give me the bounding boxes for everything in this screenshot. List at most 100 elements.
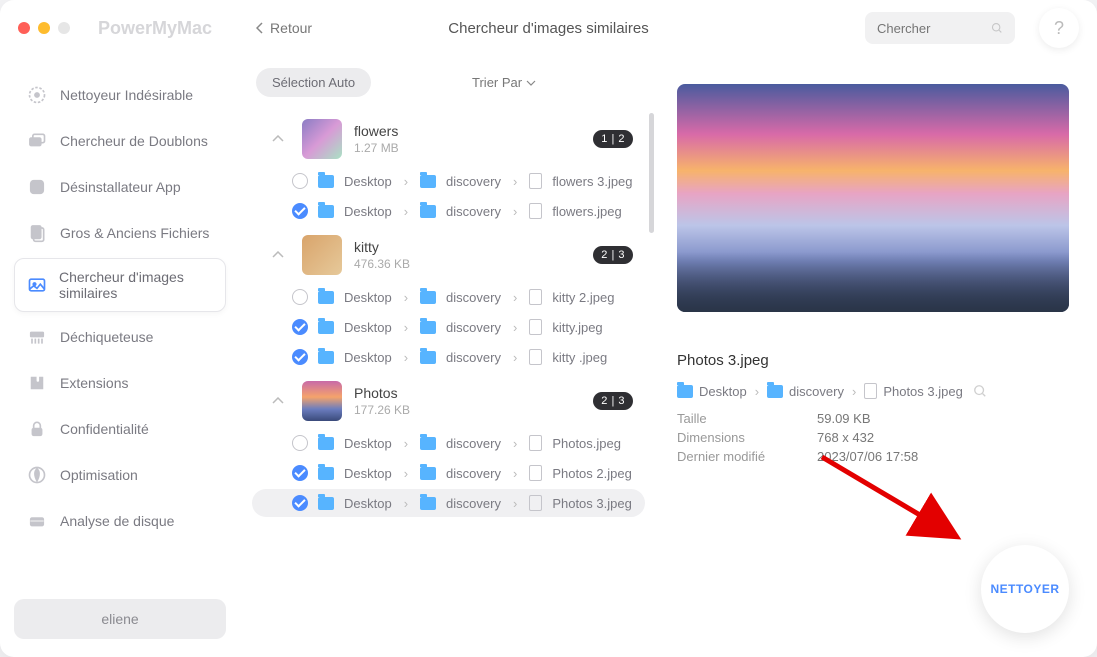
- rocket-icon: [26, 464, 48, 486]
- chevron-up-icon[interactable]: [266, 127, 290, 151]
- chevron-right-icon: ›: [513, 174, 517, 189]
- sidebar-item-shredder[interactable]: Déchiqueteuse: [14, 316, 226, 358]
- group-header[interactable]: kitty 476.36 KB 2 | 3: [252, 227, 653, 283]
- window-controls: [18, 22, 70, 34]
- sidebar-item-large-old[interactable]: Gros & Anciens Fichiers: [14, 212, 226, 254]
- chevron-right-icon: ›: [404, 320, 408, 335]
- folder-icon: [318, 467, 334, 480]
- chevron-up-icon[interactable]: [266, 243, 290, 267]
- back-button[interactable]: Retour: [256, 20, 312, 36]
- file-row[interactable]: Desktop › discovery › Photos.jpeg: [252, 429, 645, 457]
- folder-icon: [420, 497, 436, 510]
- file-row[interactable]: Desktop › discovery › kitty 2.jpeg: [252, 283, 645, 311]
- sidebar-item-similar-images[interactable]: Chercheur d'images similaires: [14, 258, 226, 312]
- sidebar-item-label: Chercheur de Doublons: [60, 133, 208, 149]
- sidebar-item-disk[interactable]: Analyse de disque: [14, 500, 226, 542]
- group-header[interactable]: flowers 1.27 MB 1 | 2: [252, 111, 653, 167]
- titlebar: PowerMyMac Retour Chercheur d'images sim…: [0, 0, 1097, 56]
- file-row[interactable]: Desktop › discovery › Photos 3.jpeg: [252, 489, 645, 517]
- group-meta: Photos 177.26 KB: [354, 385, 581, 417]
- checkbox[interactable]: [292, 319, 308, 335]
- sidebar-item-uninstaller[interactable]: Désinstallateur App: [14, 166, 226, 208]
- annotation-arrow: [817, 452, 977, 557]
- group-badge: 1 | 2: [593, 130, 633, 148]
- chevron-right-icon: ›: [513, 350, 517, 365]
- disk-icon: [26, 510, 48, 532]
- path-segment: Desktop: [344, 204, 392, 219]
- chevron-right-icon: ›: [513, 436, 517, 451]
- sidebar-item-label: Gros & Anciens Fichiers: [60, 225, 209, 241]
- path-segment: Desktop: [344, 466, 392, 481]
- preview-image: [677, 84, 1069, 312]
- chevron-up-icon[interactable]: [266, 389, 290, 413]
- close-icon[interactable]: [18, 22, 30, 34]
- sort-button[interactable]: Trier Par: [472, 75, 536, 90]
- file-row[interactable]: Desktop › discovery › kitty.jpeg: [252, 313, 645, 341]
- file-name: Photos.jpeg: [552, 436, 621, 451]
- file-row[interactable]: Desktop › discovery › flowers 3.jpeg: [252, 167, 645, 195]
- checkbox[interactable]: [292, 349, 308, 365]
- meta-row: Taille59.09 KB: [677, 409, 1069, 428]
- file-row[interactable]: Desktop › discovery › flowers.jpeg: [252, 197, 645, 225]
- path-segment: discovery: [446, 436, 501, 451]
- checkbox[interactable]: [292, 203, 308, 219]
- folder-icon: [318, 437, 334, 450]
- group-header[interactable]: Photos 177.26 KB 2 | 3: [252, 373, 653, 429]
- preview-filename: Photos 3.jpeg: [677, 352, 1069, 369]
- folder-icon: [420, 175, 436, 188]
- folder-icon: [767, 385, 783, 398]
- file-icon: [529, 349, 542, 365]
- lock-icon: [26, 418, 48, 440]
- group-size: 1.27 MB: [354, 141, 581, 155]
- sidebar-item-extensions[interactable]: Extensions: [14, 362, 226, 404]
- file-icon: [529, 289, 542, 305]
- user-badge[interactable]: eliene: [14, 599, 226, 639]
- preview-panel: Photos 3.jpeg Desktop › discovery › Phot…: [657, 56, 1097, 657]
- minimize-icon[interactable]: [38, 22, 50, 34]
- folder-icon: [318, 175, 334, 188]
- search-box[interactable]: [865, 12, 1015, 44]
- puzzle-icon: [26, 372, 48, 394]
- chevron-right-icon: ›: [852, 384, 856, 399]
- file-name: Photos 2.jpeg: [552, 466, 632, 481]
- file-icon: [529, 495, 542, 511]
- group-badge: 2 | 3: [593, 392, 633, 410]
- sidebar-item-label: Extensions: [60, 375, 128, 391]
- file-name: flowers 3.jpeg: [552, 174, 632, 189]
- chevron-right-icon: ›: [404, 290, 408, 305]
- sidebar-item-junk[interactable]: Nettoyeur Indésirable: [14, 74, 226, 116]
- results-panel: Sélection Auto Trier Par flowers 1.27 MB…: [240, 56, 657, 657]
- folder-icon: [318, 205, 334, 218]
- checkbox[interactable]: [292, 289, 308, 305]
- chevron-right-icon: ›: [404, 496, 408, 511]
- file-row[interactable]: Desktop › discovery › kitty .jpeg: [252, 343, 645, 371]
- checkbox[interactable]: [292, 495, 308, 511]
- folder-icon: [420, 351, 436, 364]
- files-icon: [26, 222, 48, 244]
- sidebar-item-optimization[interactable]: Optimisation: [14, 454, 226, 496]
- reveal-icon[interactable]: [973, 384, 987, 398]
- search-input[interactable]: [877, 21, 983, 36]
- sidebar-item-label: Désinstallateur App: [60, 179, 181, 195]
- meta-value: 2023/07/06 17:58: [817, 449, 918, 464]
- clean-button[interactable]: NETTOYER: [981, 545, 1069, 633]
- results-list[interactable]: flowers 1.27 MB 1 | 2 Desktop › discover…: [252, 111, 657, 657]
- file-row[interactable]: Desktop › discovery › Photos 2.jpeg: [252, 459, 645, 487]
- checkbox[interactable]: [292, 435, 308, 451]
- help-button[interactable]: ?: [1039, 8, 1079, 48]
- path-segment: Desktop: [344, 350, 392, 365]
- path-segment: discovery: [446, 320, 501, 335]
- sidebar-item-duplicates[interactable]: Chercheur de Doublons: [14, 120, 226, 162]
- chevron-right-icon: ›: [404, 350, 408, 365]
- scrollbar[interactable]: [649, 113, 654, 233]
- sidebar-item-privacy[interactable]: Confidentialité: [14, 408, 226, 450]
- file-name: kitty .jpeg: [552, 350, 607, 365]
- checkbox[interactable]: [292, 465, 308, 481]
- checkbox[interactable]: [292, 173, 308, 189]
- meta-key: Dimensions: [677, 430, 787, 445]
- maximize-icon[interactable]: [58, 22, 70, 34]
- autoselect-button[interactable]: Sélection Auto: [256, 68, 371, 97]
- sidebar-item-label: Nettoyeur Indésirable: [60, 87, 193, 103]
- sidebar-item-label: Déchiqueteuse: [60, 329, 153, 345]
- folder-icon: [420, 437, 436, 450]
